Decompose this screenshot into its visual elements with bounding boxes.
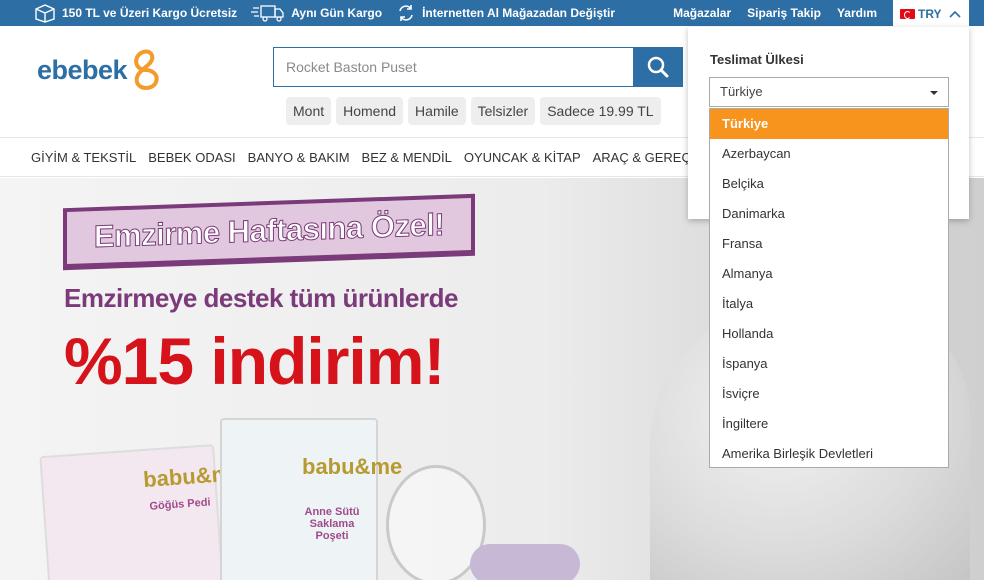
country-option-ispanya[interactable]: İspanya bbox=[710, 349, 948, 379]
order-tracking-link[interactable]: Sipariş Takip bbox=[747, 6, 821, 20]
promo-same-day[interactable]: Aynı Gün Kargo bbox=[251, 3, 382, 23]
promo-ribbon: Emzirme Haftasına Özel! bbox=[63, 193, 475, 271]
tag-hamile[interactable]: Hamile bbox=[408, 97, 466, 125]
promo-subtitle: Emzirmeye destek tüm ürünlerde bbox=[64, 283, 458, 313]
top-bar: 150 TL ve Üzeri Kargo Ücretsiz Aynı Gün … bbox=[0, 0, 984, 28]
category-arac[interactable]: ARAÇ & GEREÇ bbox=[593, 150, 691, 165]
product-breast-pads: babu&me Göğüs Pedi bbox=[39, 444, 244, 580]
ebebek-logo[interactable]: ebebek bbox=[37, 48, 163, 92]
truck-icon bbox=[251, 5, 284, 22]
country-option-italya[interactable]: İtalya bbox=[710, 289, 948, 319]
category-oyuncak[interactable]: OYUNCAK & KİTAP bbox=[464, 150, 581, 165]
stores-link[interactable]: Mağazalar bbox=[673, 6, 731, 20]
promo-ribbon-text: Emzirme Haftasına Özel! bbox=[93, 206, 445, 255]
category-bebek-odasi[interactable]: BEBEK ODASI bbox=[148, 150, 235, 165]
tag-telsizler[interactable]: Telsizler bbox=[470, 97, 536, 125]
promo-exchange-label: İnternetten Al Mağazadan Değiştir bbox=[422, 6, 615, 20]
chevron-up-icon bbox=[948, 10, 961, 18]
country-option-azerbaycan[interactable]: Azerbaycan bbox=[710, 139, 948, 169]
category-giyim[interactable]: GİYİM & TEKSTİL bbox=[31, 150, 136, 165]
currency-label: TRY bbox=[918, 7, 942, 21]
search-icon bbox=[647, 56, 669, 78]
country-option-isvicre[interactable]: İsviçre bbox=[710, 379, 948, 409]
country-option-hollanda[interactable]: Hollanda bbox=[710, 319, 948, 349]
breast-pump-base-image bbox=[470, 544, 580, 580]
country-select[interactable]: Türkiye bbox=[709, 77, 949, 107]
promo-discount: %15 indirim! bbox=[64, 324, 445, 398]
promo-exchange[interactable]: İnternetten Al Mağazadan Değiştir bbox=[396, 3, 615, 23]
search-bar bbox=[273, 47, 683, 87]
promo-free-shipping-label: 150 TL ve Üzeri Kargo Ücretsiz bbox=[62, 6, 238, 20]
help-link[interactable]: Yardım bbox=[837, 6, 877, 20]
tag-sadece-1999[interactable]: Sadece 19.99 TL bbox=[540, 97, 661, 125]
product-label: Anne Sütü Saklama Poşeti bbox=[304, 506, 360, 542]
top-links: Mağazalar Sipariş Takip Yardım TRY bbox=[673, 0, 984, 28]
country-option-belcika[interactable]: Belçika bbox=[710, 169, 948, 199]
exchange-icon bbox=[399, 5, 413, 21]
search-input[interactable] bbox=[273, 47, 633, 87]
logo-mark-icon bbox=[134, 49, 159, 90]
turkey-flag-icon bbox=[900, 9, 915, 19]
box-icon bbox=[35, 4, 55, 23]
country-option-almanya[interactable]: Almanya bbox=[710, 259, 948, 289]
currency-selector[interactable]: TRY bbox=[893, 0, 969, 28]
country-option-ingiltere[interactable]: İngiltere bbox=[710, 409, 948, 439]
country-select-value: Türkiye bbox=[720, 84, 763, 99]
tag-homend[interactable]: Homend bbox=[336, 97, 404, 125]
country-options-list: Türkiye Azerbaycan Belçika Danimarka Fra… bbox=[709, 108, 949, 468]
logo-wordmark: ebebek bbox=[37, 54, 128, 85]
tag-mont[interactable]: Mont bbox=[286, 97, 332, 125]
popular-searches: Mont Homend Hamile Telsizler Sadece 19.9… bbox=[286, 97, 666, 125]
promo-same-day-label: Aynı Gün Kargo bbox=[291, 6, 383, 20]
product-brand: babu&me bbox=[302, 454, 403, 479]
caret-down-icon bbox=[930, 91, 938, 95]
product-milk-bags: babu&me Anne Sütü Saklama Poşeti bbox=[220, 418, 402, 580]
country-option-turkiye[interactable]: Türkiye bbox=[710, 109, 948, 139]
country-option-abd[interactable]: Amerika Birleşik Devletleri bbox=[710, 439, 948, 469]
country-option-danimarka[interactable]: Danimarka bbox=[710, 199, 948, 229]
delivery-country-title: Teslimat Ülkesi bbox=[710, 52, 804, 67]
promo-free-shipping[interactable]: 150 TL ve Üzeri Kargo Ücretsiz bbox=[34, 3, 237, 23]
product-label: Göğüs Pedi bbox=[149, 496, 211, 513]
category-banyo[interactable]: BANYO & BAKIM bbox=[248, 150, 350, 165]
category-bez[interactable]: BEZ & MENDİL bbox=[362, 150, 452, 165]
search-button[interactable] bbox=[633, 47, 683, 87]
top-promos: 150 TL ve Üzeri Kargo Ücretsiz Aynı Gün … bbox=[34, 0, 629, 26]
country-option-fransa[interactable]: Fransa bbox=[710, 229, 948, 259]
